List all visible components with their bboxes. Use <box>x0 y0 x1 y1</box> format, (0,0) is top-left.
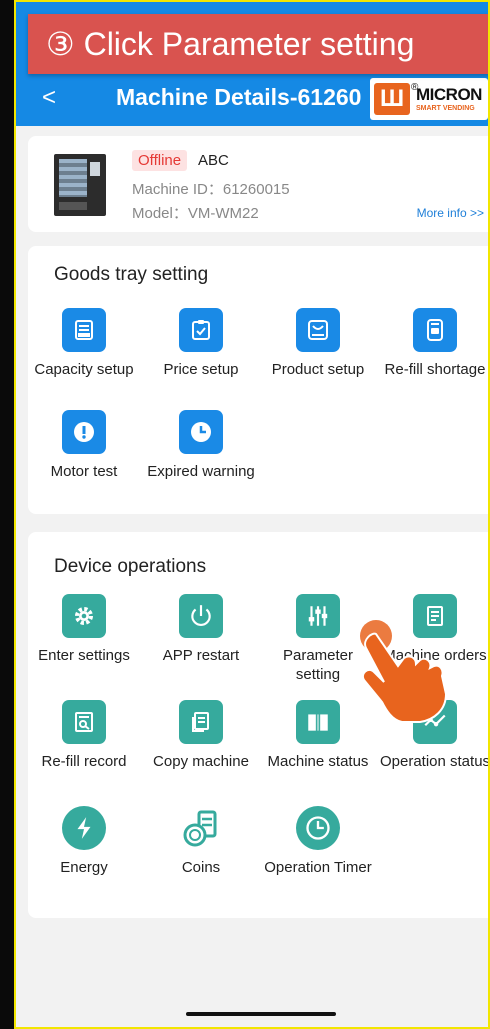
item-label: Re-fill record <box>41 753 127 770</box>
book-icon <box>296 700 340 744</box>
item-label: Machine status <box>267 753 369 770</box>
gear-icon <box>62 594 106 638</box>
machine-id: Machine ID：61260015 <box>132 181 290 198</box>
item-label: Operation Timer <box>264 859 372 876</box>
brand-logo: Ш ® MICRON SMART VENDING <box>370 78 488 120</box>
product-setup-button[interactable]: Product setup <box>262 308 374 379</box>
refill-icon <box>413 308 457 352</box>
clipboard-check-icon <box>179 308 223 352</box>
logo-mark: Ш <box>374 83 410 115</box>
copy-icon <box>179 700 223 744</box>
app-frame: < Machine Details-61260 Ш ® MICRON SMART… <box>14 0 490 1029</box>
power-icon <box>179 594 223 638</box>
item-label: Expired warning <box>147 463 255 480</box>
goods-tray-card: Goods tray setting Capacity setup Price … <box>28 246 488 514</box>
home-indicator <box>186 1012 336 1016</box>
energy-button[interactable]: Energy <box>28 806 140 877</box>
more-info-link[interactable]: More info >> <box>417 206 484 220</box>
sliders-icon <box>296 594 340 638</box>
machine-name: ABC <box>198 152 229 169</box>
refill-shortage-button[interactable]: Re-fill shortage <box>379 308 488 379</box>
item-label: APP restart <box>162 647 240 664</box>
logo-brand: MICRON <box>416 85 482 104</box>
lightning-icon <box>62 806 106 850</box>
item-label: Enter settings <box>38 647 130 664</box>
logo-subtitle: SMART VENDING <box>416 105 475 112</box>
back-button[interactable]: < <box>42 86 56 110</box>
enter-settings-button[interactable]: Enter settings <box>28 594 140 665</box>
item-label: Energy <box>60 859 108 876</box>
page-title: Machine Details-61260 <box>116 84 362 110</box>
clock-icon <box>179 410 223 454</box>
machine-card[interactable]: Offline ABC Machine ID：61260015 Model：VM… <box>28 136 488 232</box>
item-label: Price setup <box>163 361 239 378</box>
capacity-icon <box>62 308 106 352</box>
price-setup-button[interactable]: Price setup <box>145 308 257 379</box>
product-box-icon <box>296 308 340 352</box>
machine-model: Model：VM-WM22 <box>132 205 259 222</box>
logo-registered-mark: ® <box>411 82 419 93</box>
record-icon <box>62 700 106 744</box>
capacity-setup-button[interactable]: Capacity setup <box>28 308 140 379</box>
copy-machine-button[interactable]: Copy machine <box>145 700 257 771</box>
status-badge: Offline <box>132 150 188 171</box>
section-title-device-operations: Device operations <box>54 556 207 577</box>
item-label: Coins <box>181 859 221 876</box>
item-label: Product setup <box>271 361 365 378</box>
motor-test-button[interactable]: Motor test <box>28 410 140 481</box>
item-label: Re-fill shortage <box>384 361 486 378</box>
alert-icon <box>62 410 106 454</box>
expired-warning-button[interactable]: Expired warning <box>145 410 257 481</box>
instruction-banner: ③ Click Parameter setting <box>28 14 488 74</box>
section-title-goods-tray: Goods tray setting <box>54 264 209 285</box>
coins-button[interactable]: Coins <box>145 806 257 877</box>
item-label: Motor test <box>50 463 118 480</box>
vending-machine-image <box>54 154 106 216</box>
item-label: Copy machine <box>153 753 249 770</box>
refill-record-button[interactable]: Re-fill record <box>28 700 140 771</box>
item-label: Operation status <box>379 753 490 770</box>
coins-icon <box>179 806 223 850</box>
item-label: Capacity setup <box>34 361 134 378</box>
app-restart-button[interactable]: APP restart <box>145 594 257 665</box>
pointer-hand-icon <box>360 620 448 723</box>
operation-timer-button[interactable]: Operation Timer <box>262 806 374 877</box>
timer-icon <box>296 806 340 850</box>
